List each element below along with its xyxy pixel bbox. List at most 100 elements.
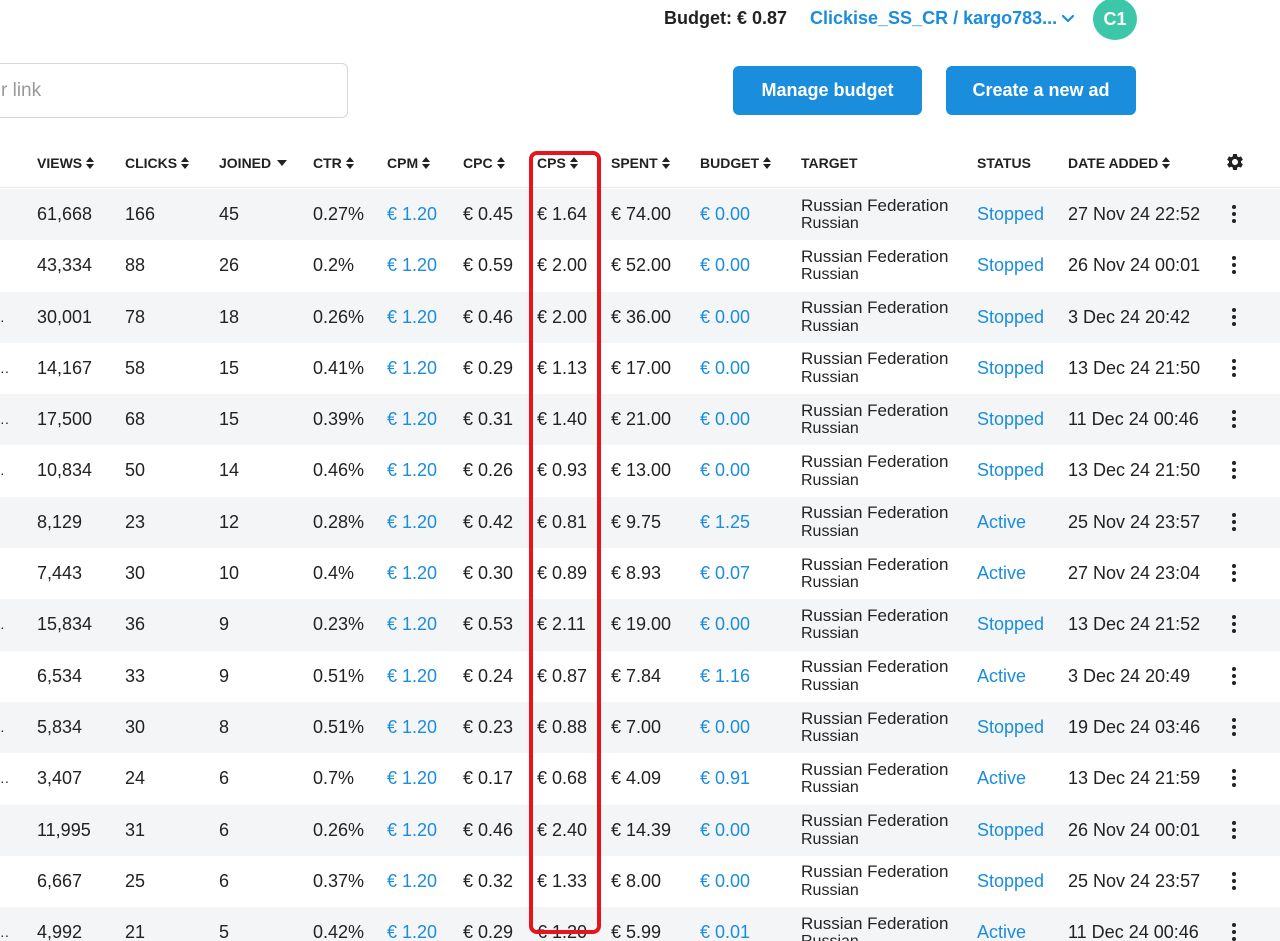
kebab-menu-icon[interactable] xyxy=(1226,717,1242,738)
status-badge[interactable]: Stopped xyxy=(977,445,1044,496)
kebab-menu-icon[interactable] xyxy=(1226,615,1242,635)
status-badge[interactable]: Active xyxy=(977,753,1026,804)
table-row[interactable]: · 10,834 50 14 0.46% € 1.20 € 0.26 € 0.93 € 13.0… xyxy=(0,445,1280,496)
table-row[interactable]: ·· 17,500 68 15 0.39% € 1.20 € 0.31 € 1.40 € 21.… xyxy=(0,394,1280,446)
kebab-menu-icon[interactable] xyxy=(1226,461,1242,481)
status-badge[interactable]: Stopped xyxy=(977,343,1044,394)
column-header-spent[interactable]: SPENT xyxy=(611,155,671,171)
status-badge[interactable]: Stopped xyxy=(977,856,1044,907)
table-row[interactable]: 6,534 33 9 0.51% € 1.20 € 0.24 € 0.87 € 7.84 € 1… xyxy=(0,651,1280,702)
kebab-menu-icon[interactable] xyxy=(1226,666,1242,687)
table-row[interactable]: 7,443 30 10 0.4% € 1.20 € 0.30 € 0.89 € 8.93 € 0… xyxy=(0,548,1280,599)
cell-budget[interactable]: € 0.00 xyxy=(700,599,750,650)
status-badge[interactable]: Stopped xyxy=(977,702,1044,753)
status-badge[interactable]: Active xyxy=(977,907,1026,941)
kebab-menu-icon[interactable] xyxy=(1226,512,1242,533)
row-title-overflow: ·· xyxy=(0,773,10,790)
kebab-menu-icon[interactable] xyxy=(1226,307,1242,328)
cell-budget[interactable]: € 0.00 xyxy=(700,702,750,753)
cell-spent: € 13.00 xyxy=(611,460,672,481)
cell-budget[interactable]: € 0.01 xyxy=(700,907,750,941)
cell-ctr: 0.42% xyxy=(313,922,365,941)
cell-budget[interactable]: € 0.07 xyxy=(700,548,750,599)
cell-cpm[interactable]: € 1.20 xyxy=(387,394,437,445)
kebab-menu-icon[interactable] xyxy=(1226,871,1242,892)
cell-budget[interactable]: € 1.16 xyxy=(700,651,750,702)
kebab-menu-icon[interactable] xyxy=(1226,358,1242,379)
status-badge[interactable]: Stopped xyxy=(977,805,1044,856)
cell-cpm[interactable]: € 1.20 xyxy=(387,599,437,650)
status-badge[interactable]: Stopped xyxy=(977,292,1044,343)
table-row[interactable]: ·· 14,167 58 15 0.41% € 1.20 € 0.29 € 1.13 € 17.… xyxy=(0,343,1280,394)
cell-cpm[interactable]: € 1.20 xyxy=(387,856,437,907)
cell-cpm[interactable]: € 1.20 xyxy=(387,445,437,496)
cell-budget[interactable]: € 0.00 xyxy=(700,856,750,907)
cell-budget[interactable]: € 0.00 xyxy=(700,343,750,394)
avatar[interactable]: C1 xyxy=(1093,0,1137,40)
cell-cpm[interactable]: € 1.20 xyxy=(387,651,437,702)
table-row[interactable]: 8,129 23 12 0.28% € 1.20 € 0.42 € 0.81 € 9.75 € … xyxy=(0,496,1280,549)
cell-budget[interactable]: € 0.00 xyxy=(700,189,750,240)
status-badge[interactable]: Active xyxy=(977,497,1026,548)
cell-budget[interactable]: € 0.00 xyxy=(700,805,750,856)
table-header: VIEWS CLICKS JOINED CTR CPM CPC CPS SPEN… xyxy=(0,138,1280,188)
cell-budget[interactable]: € 0.91 xyxy=(700,753,750,804)
cell-cpm[interactable]: € 1.20 xyxy=(387,240,437,291)
table-row[interactable]: 11,995 31 6 0.26% € 1.20 € 0.46 € 2.40 € 14.39 €… xyxy=(0,804,1280,856)
kebab-menu-icon[interactable] xyxy=(1226,564,1242,584)
cell-cpm[interactable]: € 1.20 xyxy=(387,753,437,804)
cell-budget[interactable]: € 0.00 xyxy=(700,394,750,445)
column-header-joined[interactable]: JOINED xyxy=(219,155,288,171)
status-badge[interactable]: Active xyxy=(977,548,1026,599)
cell-cpm[interactable]: € 1.20 xyxy=(387,702,437,753)
search-input[interactable] xyxy=(0,63,348,118)
cell-budget[interactable]: € 0.00 xyxy=(700,240,750,291)
status-badge[interactable]: Stopped xyxy=(977,599,1044,650)
cell-budget[interactable]: € 0.00 xyxy=(700,292,750,343)
column-header-views[interactable]: VIEWS xyxy=(37,155,95,171)
cell-cpm[interactable]: € 1.20 xyxy=(387,805,437,856)
table-row[interactable]: 43,334 88 26 0.2% € 1.20 € 0.59 € 2.00 € 52.00 €… xyxy=(0,240,1280,291)
table-row[interactable]: ·· 3,407 24 6 0.7% € 1.20 € 0.17 € 0.68 € 4.09 € … xyxy=(0,753,1280,804)
kebab-menu-icon[interactable] xyxy=(1226,923,1242,941)
kebab-menu-icon[interactable] xyxy=(1226,410,1242,430)
column-header-date-added[interactable]: DATE ADDED xyxy=(1068,155,1171,171)
cell-target: Russian Federation Russian xyxy=(801,343,948,394)
status-badge[interactable]: Stopped xyxy=(977,240,1044,291)
cell-cpm[interactable]: € 1.20 xyxy=(387,189,437,240)
kebab-menu-icon[interactable] xyxy=(1226,256,1242,276)
column-header-budget[interactable]: BUDGET xyxy=(700,155,772,171)
cell-cpm[interactable]: € 1.20 xyxy=(387,548,437,599)
table-row[interactable]: · 30,001 78 18 0.26% € 1.20 € 0.46 € 2.00 € 36.0… xyxy=(0,291,1280,343)
cell-cpm[interactable]: € 1.20 xyxy=(387,907,437,941)
cell-budget[interactable]: € 0.00 xyxy=(700,445,750,496)
table-row[interactable]: · 15,834 36 9 0.23% € 1.20 € 0.53 € 2.11 € 19.00… xyxy=(0,599,1280,651)
cell-cpm[interactable]: € 1.20 xyxy=(387,343,437,394)
cell-budget[interactable]: € 1.25 xyxy=(700,497,750,548)
table-row[interactable]: 61,668 166 45 0.27% € 1.20 € 0.45 € 1.64 € 74.0… xyxy=(0,189,1280,241)
table-row[interactable]: ·· 4,992 21 5 0.42% € 1.20 € 0.29 € 1.20 € 5.99 €… xyxy=(0,907,1280,941)
gear-icon[interactable] xyxy=(1225,152,1245,172)
kebab-menu-icon[interactable] xyxy=(1226,820,1242,841)
column-header-ctr[interactable]: CTR xyxy=(313,155,355,171)
cell-cpm[interactable]: € 1.20 xyxy=(387,292,437,343)
status-badge[interactable]: Stopped xyxy=(977,394,1044,445)
cell-cpm[interactable]: € 1.20 xyxy=(387,497,437,548)
cell-cpc: € 0.59 xyxy=(463,255,514,276)
status-badge[interactable]: Stopped xyxy=(977,189,1044,240)
table-row[interactable]: 6,667 25 6 0.37% € 1.20 € 0.32 € 1.33 € 8.00 € 0… xyxy=(0,856,1280,907)
table-row[interactable]: · 5,834 30 8 0.51% € 1.20 € 0.23 € 0.88 € 7.00 € … xyxy=(0,701,1280,754)
column-header-cps[interactable]: CPS xyxy=(537,155,579,171)
kebab-menu-icon[interactable] xyxy=(1226,769,1242,789)
account-switcher[interactable]: Clickise_SS_CR / kargo783... xyxy=(810,8,1057,29)
create-ad-button[interactable]: Create a new ad xyxy=(946,66,1136,115)
row-title-overflow: ·· xyxy=(0,362,10,379)
kebab-menu-icon[interactable] xyxy=(1226,205,1242,225)
column-header-cpc[interactable]: CPC xyxy=(463,155,506,171)
cell-cpc: € 0.23 xyxy=(463,716,514,737)
status-badge[interactable]: Active xyxy=(977,651,1026,702)
chevron-down-icon[interactable] xyxy=(1060,10,1076,26)
column-header-clicks[interactable]: CLICKS xyxy=(125,155,190,171)
column-header-cpm[interactable]: CPM xyxy=(387,155,431,171)
manage-budget-button[interactable]: Manage budget xyxy=(733,66,922,115)
